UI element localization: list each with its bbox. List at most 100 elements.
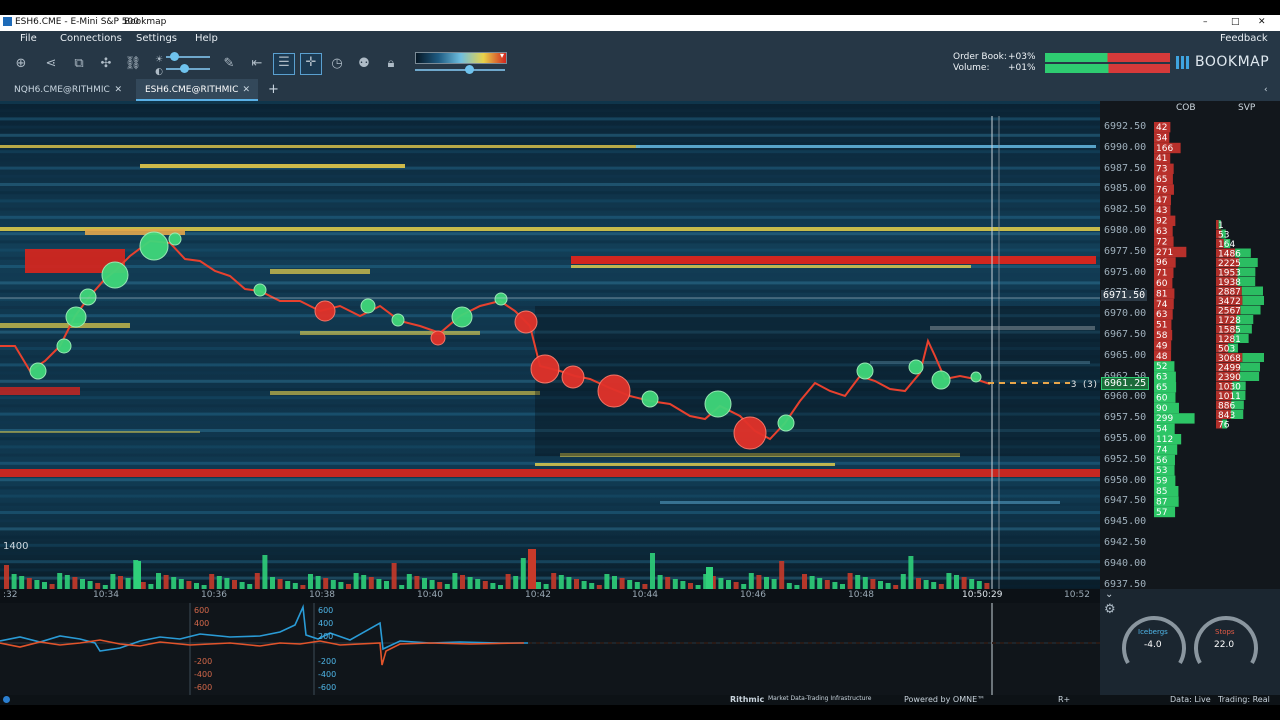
collapse-icon[interactable]: ‹ [1264, 79, 1268, 101]
price-tick: 6950.00 [1104, 474, 1147, 486]
price-tick: 6985.00 [1104, 183, 1147, 195]
time-axis: :32 10:34 10:36 10:38 10:40 10:42 10:44 … [0, 589, 1100, 603]
network-icon[interactable]: ✣ [97, 55, 115, 73]
trade-bubble [314, 300, 336, 322]
cob-ask-value: 166 [1156, 144, 1173, 154]
add-tab-button[interactable]: + [268, 79, 279, 101]
cob-bid-value: 112 [1156, 435, 1173, 445]
pencil-icon[interactable]: ✎ [220, 55, 238, 73]
indicator-tick: -200 [194, 657, 213, 666]
cob-bid-value: 63 [1156, 373, 1167, 383]
trade-bubble [514, 310, 538, 334]
lock-icon[interactable]: 🔒︎ [382, 55, 400, 73]
svp-column: SVP 1 53 164 1486 2225 1953 1938 2887 3472 2567 17… [1216, 101, 1280, 589]
menu-connections[interactable]: Connections [60, 33, 122, 44]
maximize-button[interactable]: □ [1231, 17, 1240, 27]
price-tick: 6982.50 [1104, 204, 1147, 216]
cob-bid-value: 87 [1156, 497, 1167, 507]
cob-bid-value: 299 [1156, 414, 1173, 424]
cursor-cross-icon[interactable]: ✛ [300, 53, 322, 75]
cob-ask-value: 43 [1156, 206, 1167, 216]
menu-bar: File Connections Settings Help Feedback [0, 31, 1280, 48]
stopwatch-icon[interactable]: ◷ [328, 55, 346, 73]
close-button[interactable]: ✕ [1258, 17, 1266, 27]
volume-scale-label: 1400 [3, 541, 28, 552]
time-tick: 10:44 [632, 590, 658, 600]
trade-bubble [451, 306, 473, 328]
contrast-slider[interactable] [166, 64, 210, 73]
users-icon[interactable]: ⚉ [355, 55, 373, 73]
rithmic-tagline: Market Data-Trading Infrastructure [768, 695, 872, 702]
data-status: Data: Live [1170, 695, 1211, 704]
app-logo-icon [3, 17, 12, 26]
price-tick: 6987.50 [1104, 162, 1147, 174]
chevron-down-icon[interactable]: ⌄ [1105, 589, 1113, 600]
brightness-slider[interactable] [166, 52, 210, 61]
link-icon[interactable]: ⛓ [124, 55, 142, 73]
heatmap-chart[interactable]: 3 (3) 1400 [0, 101, 1100, 589]
cob-header: COB [1176, 103, 1196, 113]
gauge-panel: ⌄ ⚙ Icebergs -4.0 Stops 22.0 [1100, 589, 1280, 695]
connection-status-icon [3, 696, 10, 703]
volume-label: Volume: [953, 63, 990, 73]
trade-bubble [856, 362, 874, 380]
share-icon[interactable]: ⋖ [42, 55, 60, 73]
trade-bubble [970, 371, 982, 383]
bookmap-logo: BOOKMAP [1195, 54, 1270, 70]
toolbar: ⊕ ⋖ ⧉ ✣ ⛓ ☀ ◐ ✎ ⇤ ☰ ✛ ◷ ⚉ 🔒︎ ▾ Order Boo… [0, 48, 1280, 79]
time-tick: 10:36 [201, 590, 227, 600]
cob-bid-value: 54 [1156, 425, 1168, 435]
last-price-label: 6961.25 [1101, 377, 1150, 390]
price-tick: 6955.00 [1104, 433, 1147, 444]
price-tick: 6975.00 [1104, 266, 1147, 278]
price-tick: 6992.50 [1104, 121, 1147, 132]
price-tick: 6990.00 [1104, 141, 1147, 153]
app-name: Bookmap [124, 17, 167, 27]
trade-bubble [29, 362, 47, 380]
letterbox-top [0, 0, 1280, 15]
cvd-indicator-pane[interactable]: 600 400 -200 -400 -600 600 400 200 -200 … [0, 603, 1100, 695]
cob-ask-value: 74 [1156, 300, 1168, 310]
menu-help[interactable]: Help [195, 33, 218, 44]
heatmap-contrast-slider[interactable] [415, 65, 505, 74]
menu-file[interactable]: File [20, 33, 37, 44]
cob-ask-value: 63 [1156, 310, 1167, 320]
heatmap-canvas[interactable]: 3 (3) 1400 [0, 101, 1100, 589]
menu-settings[interactable]: Settings [136, 33, 177, 44]
price-axis[interactable]: 6992.50 6990.00 6987.50 6985.00 6982.50 6980.… [1100, 101, 1152, 590]
trade-bubble [733, 416, 767, 450]
price-tick: 6945.00 [1104, 516, 1147, 528]
crosshair-target-icon[interactable]: ⊕ [12, 55, 30, 73]
heatmap-color-scale[interactable]: ▾ [415, 51, 507, 64]
order-book-value: +03% [1008, 52, 1036, 62]
cob-bid-value: 60 [1156, 393, 1168, 403]
cob-ask-value: 81 [1156, 289, 1167, 299]
chart-icon[interactable]: ⧉ [70, 55, 88, 73]
indicator-tick: -600 [318, 683, 337, 692]
price-tick: 6940.00 [1104, 557, 1147, 569]
trading-status: Trading: Real [1218, 695, 1270, 704]
volume-value: +01% [1008, 63, 1036, 73]
cob-bid-value: 56 [1156, 456, 1168, 466]
trade-bubble [168, 232, 182, 246]
price-tick: 6970.00 [1104, 308, 1147, 320]
indicator-tick: -400 [318, 670, 337, 679]
minimize-button[interactable]: – [1203, 17, 1208, 27]
cob-ask-value: 42 [1156, 123, 1167, 133]
cob-ask-value: 51 [1156, 321, 1167, 331]
tab-nqh6[interactable]: NQH6.CME@RITHMIC ✕ [8, 79, 130, 101]
close-icon[interactable]: ✕ [114, 79, 122, 101]
trade-bubble [494, 292, 508, 306]
close-icon[interactable]: ✕ [242, 79, 250, 101]
comment-icon[interactable]: ☰ [273, 53, 295, 75]
fit-width-icon[interactable]: ⇤ [248, 55, 266, 73]
indicator-tick: 600 [318, 606, 334, 615]
feedback-link[interactable]: Feedback [1220, 33, 1268, 44]
indicator-tick: -600 [194, 683, 213, 692]
price-tick: 6967.50 [1104, 329, 1147, 340]
tab-label: ESH6.CME@RITHMIC [145, 85, 239, 95]
gear-icon[interactable]: ⚙ [1104, 602, 1116, 617]
price-tick: 6960.00 [1104, 391, 1147, 403]
tab-esh6[interactable]: ESH6.CME@RITHMIC ✕ [136, 79, 258, 101]
cob-ask-value: 271 [1156, 248, 1173, 258]
